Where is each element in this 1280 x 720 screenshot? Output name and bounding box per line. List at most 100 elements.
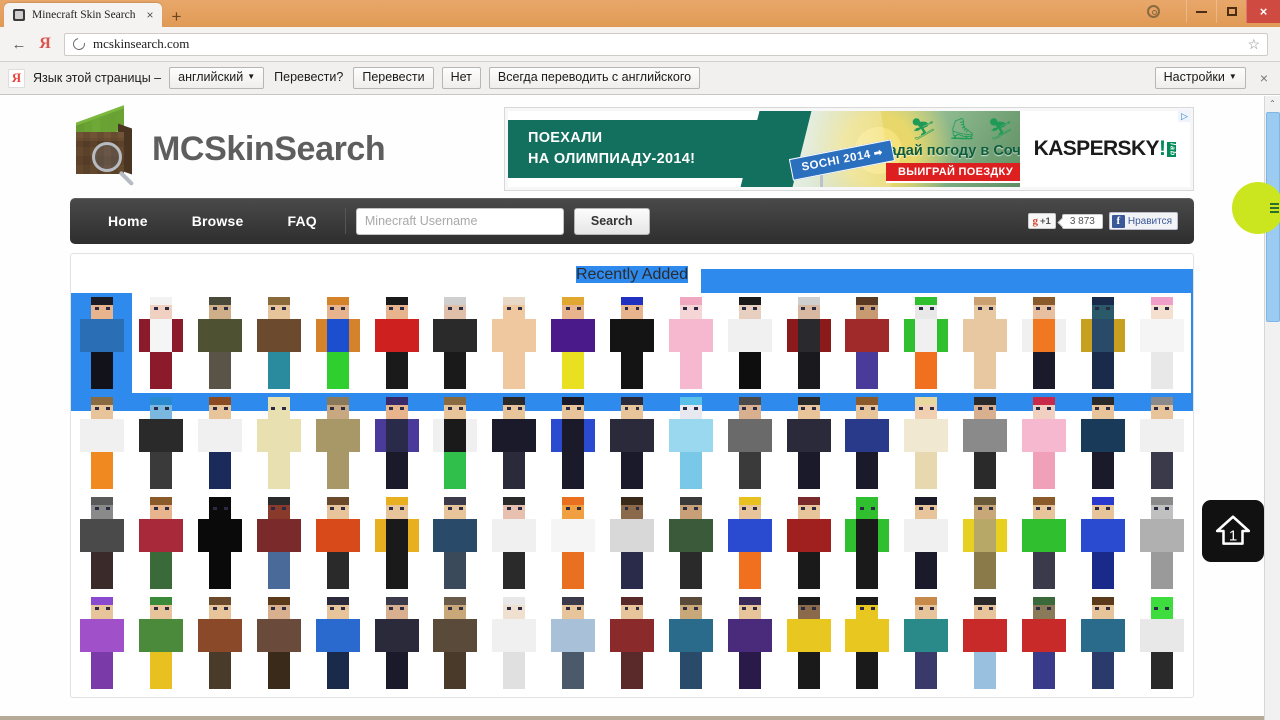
skin-thumbnail[interactable] bbox=[897, 493, 956, 593]
search-input[interactable] bbox=[355, 207, 564, 235]
skin-thumbnail[interactable] bbox=[426, 493, 485, 593]
skin-thumbnail[interactable] bbox=[132, 393, 191, 493]
minimize-button[interactable] bbox=[1186, 0, 1216, 23]
skin-thumbnail[interactable] bbox=[132, 493, 191, 593]
skin-thumbnail[interactable] bbox=[543, 293, 603, 393]
skin-thumbnail[interactable] bbox=[1132, 493, 1191, 593]
skin-thumbnail[interactable] bbox=[602, 293, 662, 393]
skin-thumbnail[interactable] bbox=[308, 493, 367, 593]
back-arrow-icon[interactable]: ← bbox=[6, 36, 32, 53]
skin-thumbnail[interactable] bbox=[661, 293, 721, 393]
facebook-like-button[interactable]: f Нравится bbox=[1108, 212, 1178, 230]
close-translate-bar-icon[interactable]: × bbox=[1256, 70, 1272, 86]
skin-thumbnail[interactable] bbox=[250, 393, 309, 493]
skin-thumbnail[interactable] bbox=[779, 593, 838, 693]
skin-thumbnail[interactable] bbox=[250, 493, 309, 593]
skin-thumbnail[interactable] bbox=[1014, 593, 1073, 693]
skin-thumbnail[interactable] bbox=[367, 593, 426, 693]
skin-thumbnail[interactable] bbox=[249, 293, 309, 393]
skin-thumbnail[interactable] bbox=[250, 593, 309, 693]
language-dropdown[interactable]: английский ▼ bbox=[169, 67, 265, 89]
nav-item-home[interactable]: Home bbox=[86, 213, 170, 229]
maximize-button[interactable] bbox=[1216, 0, 1246, 23]
skin-thumbnail[interactable] bbox=[1073, 493, 1132, 593]
new-tab-button[interactable]: + bbox=[171, 8, 181, 25]
skin-thumbnail[interactable] bbox=[308, 593, 367, 693]
skin-thumbnail[interactable] bbox=[367, 493, 426, 593]
skin-thumbnail[interactable] bbox=[956, 393, 1015, 493]
skin-thumbnail[interactable] bbox=[661, 393, 720, 493]
skin-thumbnail[interactable] bbox=[1073, 293, 1133, 393]
skin-thumbnail[interactable] bbox=[426, 393, 485, 493]
skin-thumbnail[interactable] bbox=[73, 593, 132, 693]
skin-thumbnail[interactable] bbox=[897, 393, 956, 493]
skin-thumbnail[interactable] bbox=[603, 393, 662, 493]
skin-thumbnail[interactable] bbox=[779, 493, 838, 593]
site-logo[interactable]: MCSkinSearch bbox=[70, 105, 386, 184]
skin-thumbnail[interactable] bbox=[308, 393, 367, 493]
skin-thumbnail[interactable] bbox=[485, 393, 544, 493]
skin-thumbnail[interactable] bbox=[603, 493, 662, 593]
skin-thumbnail[interactable] bbox=[191, 393, 250, 493]
skin-thumbnail[interactable] bbox=[837, 293, 897, 393]
reload-icon[interactable] bbox=[70, 35, 88, 53]
nav-item-faq[interactable]: FAQ bbox=[265, 213, 338, 229]
yandex-logo-icon[interactable]: Я bbox=[32, 35, 58, 53]
no-button[interactable]: Нет bbox=[441, 67, 481, 89]
address-bar[interactable]: mcskinsearch.com ☆ bbox=[64, 32, 1268, 56]
skin-thumbnail[interactable] bbox=[73, 493, 132, 593]
translate-button[interactable]: Перевести bbox=[353, 67, 434, 89]
skin-thumbnail[interactable] bbox=[308, 293, 368, 393]
skin-thumbnail[interactable] bbox=[73, 393, 132, 493]
advertisement-banner[interactable]: ПОЕХАЛИ НА ОЛИМПИАДУ-2014! ⛷⛸⛷⛷ Угадай п… bbox=[504, 107, 1194, 191]
skin-thumbnail[interactable] bbox=[838, 593, 897, 693]
skin-thumbnail[interactable] bbox=[955, 293, 1015, 393]
skin-thumbnail[interactable] bbox=[720, 393, 779, 493]
upload-home-button[interactable]: 1 bbox=[1202, 500, 1264, 562]
scroll-up-arrow-icon[interactable]: ⌃ bbox=[1265, 96, 1280, 111]
skin-thumbnail[interactable] bbox=[956, 493, 1015, 593]
skin-thumbnail[interactable] bbox=[779, 293, 838, 393]
skin-thumbnail[interactable] bbox=[131, 293, 191, 393]
search-button[interactable]: Search bbox=[573, 207, 650, 235]
skin-thumbnail[interactable] bbox=[661, 593, 720, 693]
skin-thumbnail[interactable] bbox=[191, 593, 250, 693]
skin-thumbnail[interactable] bbox=[73, 293, 132, 393]
tab-close-icon[interactable]: × bbox=[143, 9, 156, 21]
skin-thumbnail[interactable] bbox=[1132, 293, 1191, 393]
always-translate-button[interactable]: Всегда переводить с английского bbox=[488, 67, 701, 89]
ad-choices-icon[interactable]: ▷ bbox=[1178, 110, 1191, 122]
skin-thumbnail[interactable] bbox=[367, 393, 426, 493]
skin-thumbnail[interactable] bbox=[603, 593, 662, 693]
bookmark-star-icon[interactable]: ☆ bbox=[1247, 36, 1263, 53]
skin-thumbnail[interactable] bbox=[484, 293, 544, 393]
skin-thumbnail[interactable] bbox=[779, 393, 838, 493]
skin-thumbnail[interactable] bbox=[1132, 593, 1191, 693]
ad-cta-button[interactable]: ВЫИГРАЙ ПОЕЗДКУ bbox=[886, 163, 1020, 183]
skin-thumbnail[interactable] bbox=[897, 593, 956, 693]
skin-thumbnail[interactable] bbox=[132, 593, 191, 693]
google-plus-one-button[interactable]: g +1 bbox=[1028, 213, 1056, 229]
skin-thumbnail[interactable] bbox=[720, 493, 779, 593]
skin-thumbnail[interactable] bbox=[1014, 393, 1073, 493]
gear-icon[interactable] bbox=[1136, 0, 1170, 23]
skin-thumbnail[interactable] bbox=[1014, 293, 1074, 393]
skin-thumbnail[interactable] bbox=[544, 393, 603, 493]
skin-thumbnail[interactable] bbox=[896, 293, 956, 393]
skin-thumbnail[interactable] bbox=[1132, 393, 1191, 493]
skin-thumbnail[interactable] bbox=[1014, 493, 1073, 593]
skin-thumbnail[interactable] bbox=[190, 293, 250, 393]
skin-thumbnail[interactable] bbox=[426, 593, 485, 693]
scrollbar-track[interactable] bbox=[1266, 322, 1280, 720]
skin-thumbnail[interactable] bbox=[1073, 593, 1132, 693]
skin-thumbnail[interactable] bbox=[838, 493, 897, 593]
translate-settings-button[interactable]: Настройки ▼ bbox=[1154, 67, 1246, 89]
skin-thumbnail[interactable] bbox=[367, 293, 427, 393]
skin-thumbnail[interactable] bbox=[544, 593, 603, 693]
skin-thumbnail[interactable] bbox=[720, 593, 779, 693]
nav-item-browse[interactable]: Browse bbox=[170, 213, 266, 229]
skin-thumbnail[interactable] bbox=[720, 293, 780, 393]
browser-tab[interactable]: Minecraft Skin Search × bbox=[4, 3, 163, 27]
skin-thumbnail[interactable] bbox=[485, 593, 544, 693]
skin-thumbnail[interactable] bbox=[956, 593, 1015, 693]
